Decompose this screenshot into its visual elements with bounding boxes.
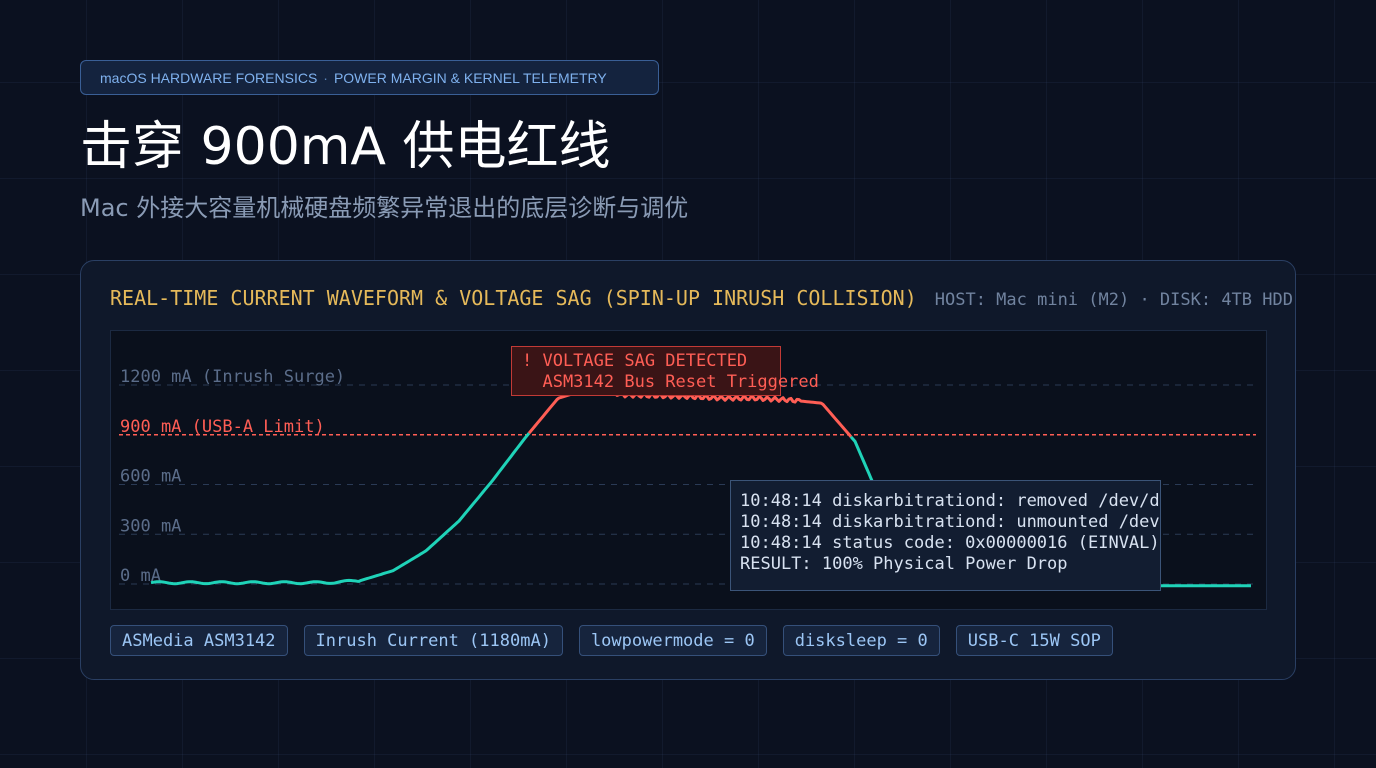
log-line: 10:48:14 status code: 0x00000016 (EINVAL…	[740, 533, 1160, 553]
page-subtitle: Mac 外接大容量机械硬盘频繁异常退出的底层诊断与调优	[80, 194, 689, 222]
y-tick-label: 1200 mA (Inrush Surge)	[120, 367, 345, 387]
panel-title: REAL-TIME CURRENT WAVEFORM & VOLTAGE SAG…	[110, 286, 917, 310]
log-line: RESULT: 100% Physical Power Drop	[740, 554, 1068, 574]
panel-header: REAL-TIME CURRENT WAVEFORM & VOLTAGE SAG…	[110, 285, 1293, 313]
kernel-log: 10:48:14 diskarbitrationd: removed /dev/…	[730, 480, 1161, 591]
log-line: 10:48:14 diskarbitrationd: unmounted /de…	[740, 512, 1160, 532]
eyebrow-separator: ·	[323, 69, 328, 86]
y-tick-label: 900 mA (USB-A Limit)	[120, 417, 325, 437]
tag-lowpowermode: lowpowermode = 0	[578, 625, 767, 656]
voltage-sag-alert: ! VOLTAGE SAG DETECTED ASM3142 Bus Reset…	[511, 346, 819, 396]
eyebrow-left: macOS HARDWARE FORENSICS	[100, 69, 318, 86]
tag-disksleep: disksleep = 0	[782, 625, 940, 656]
tag-list: ASMedia ASM3142 Inrush Current (1180mA) …	[110, 625, 1129, 656]
y-tick-label: 300 mA	[120, 516, 181, 536]
tag-usbc: USB-C 15W SOP	[955, 625, 1113, 656]
tag-inrush: Inrush Current (1180mA)	[303, 625, 563, 656]
waveform-panel: REAL-TIME CURRENT WAVEFORM & VOLTAGE SAG…	[80, 260, 1296, 680]
eyebrow-right: POWER MARGIN & KERNEL TELEMETRY	[333, 69, 607, 86]
alert-line-1: ! VOLTAGE SAG DETECTED	[522, 351, 748, 371]
eyebrow-badge: macOS HARDWARE FORENSICS · POWER MARGIN …	[80, 60, 659, 95]
log-line: 10:48:14 diskarbitrationd: removed /dev/…	[740, 491, 1161, 511]
host-info: HOST: Mac mini (M2) · DISK: 4TB HDD	[934, 290, 1293, 310]
y-tick-label: 600 mA	[120, 467, 181, 487]
tag-controller: ASMedia ASM3142	[110, 625, 288, 656]
alert-line-2: ASM3142 Bus Reset Triggered	[522, 372, 819, 392]
page-title: 击穿 900mA 供电红线	[80, 117, 611, 177]
current-trace	[150, 432, 531, 586]
